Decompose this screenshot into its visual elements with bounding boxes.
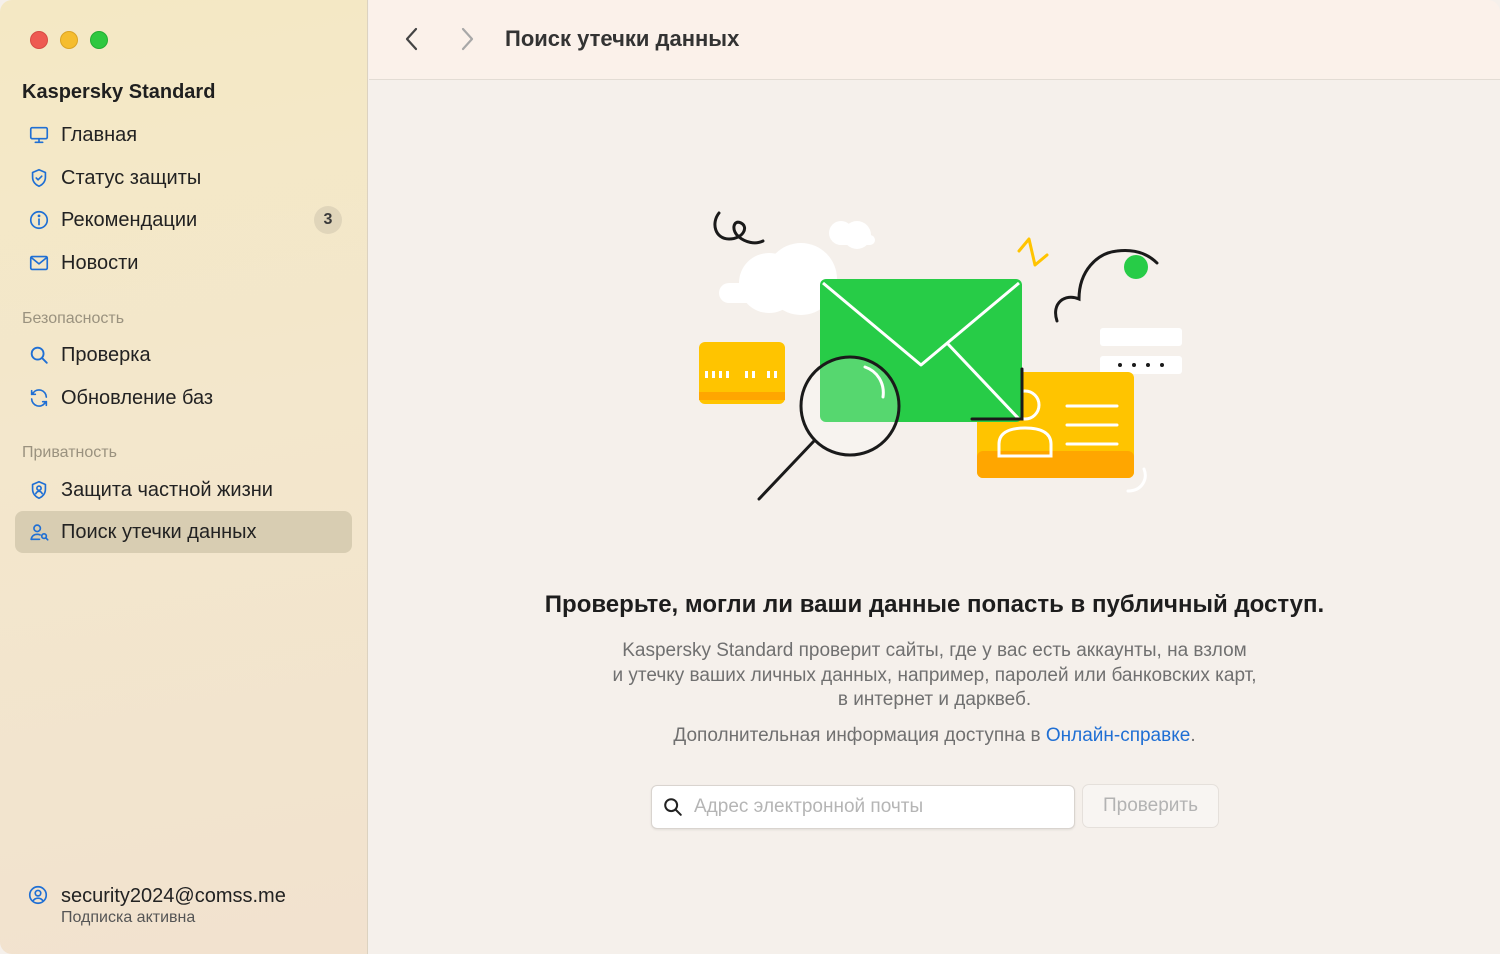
more-info-text: Дополнительная информация доступна в Онл… — [673, 725, 1196, 746]
app-window: Kaspersky Standard Главная Статус защиты — [0, 0, 1500, 954]
chevron-right-icon — [461, 27, 474, 51]
toolbar: Поиск утечки данных — [369, 0, 1500, 80]
recommendations-count-badge: 3 — [314, 206, 342, 234]
search-icon — [27, 343, 51, 367]
monitor-icon — [27, 123, 51, 147]
subscription-status: Подписка активна — [61, 909, 196, 926]
online-help-link[interactable]: Онлайн-справке — [1046, 725, 1190, 746]
squiggle-decoration — [713, 211, 765, 245]
sidebar-item-privacy-protection[interactable]: Защита частной жизни — [15, 469, 352, 511]
back-button[interactable] — [397, 24, 427, 54]
info-icon — [27, 208, 51, 232]
sidebar-item-label: Рекомендации — [61, 208, 198, 231]
search-icon — [664, 798, 682, 816]
sidebar-item-data-leak-checker[interactable]: Поиск утечки данных — [15, 511, 352, 553]
refresh-icon — [27, 386, 51, 410]
description: Kaspersky Standard проверит сайты, где у… — [612, 640, 1257, 710]
app-title: Kaspersky Standard — [22, 81, 216, 103]
minimize-window-button[interactable] — [60, 31, 78, 49]
shield-user-icon — [27, 478, 51, 502]
main-content: Проверьте, могли ли ваши данные попасть … — [369, 81, 1500, 954]
sidebar-item-label: Главная — [61, 123, 138, 146]
spark-decoration — [1017, 237, 1049, 267]
user-search-icon — [27, 520, 51, 544]
email-search-box[interactable] — [651, 785, 1075, 829]
sidebar-item-recommendations[interactable]: Рекомендации 3 — [15, 199, 352, 241]
sidebar-item-label: Поиск утечки данных — [61, 520, 257, 543]
page-title: Поиск утечки данных — [505, 26, 740, 51]
sidebar-item-label: Защита частной жизни — [61, 478, 273, 501]
sidebar: Kaspersky Standard Главная Статус защиты — [0, 0, 368, 954]
sidebar-item-label: Статус защиты — [61, 166, 202, 189]
window-controls — [30, 31, 108, 49]
sidebar-section-privacy: Приватность — [22, 444, 117, 461]
close-window-button[interactable] — [30, 31, 48, 49]
sidebar-item-news[interactable]: Новости — [15, 242, 352, 284]
sidebar-item-update-databases[interactable]: Обновление баз — [15, 377, 352, 419]
shield-check-icon — [27, 166, 51, 190]
forward-button[interactable] — [452, 24, 482, 54]
user-circle-icon — [27, 884, 49, 911]
account-info[interactable]: security2024@comss.me Подписка активна — [27, 884, 286, 927]
data-leak-illustration — [699, 211, 1182, 501]
sidebar-item-protection-status[interactable]: Статус защиты — [15, 157, 352, 199]
zoom-window-button[interactable] — [90, 31, 108, 49]
chevron-left-icon — [405, 27, 418, 51]
sidebar-item-label: Обновление баз — [61, 386, 214, 409]
check-button[interactable]: Проверить — [1082, 784, 1219, 828]
sidebar-item-label: Новости — [61, 251, 139, 274]
sidebar-item-label: Проверка — [61, 343, 151, 366]
sidebar-section-security: Безопасность — [22, 310, 125, 327]
sidebar-item-home[interactable]: Главная — [15, 114, 352, 156]
headline: Проверьте, могли ли ваши данные попасть … — [544, 591, 1325, 618]
sidebar-item-scan[interactable]: Проверка — [15, 334, 352, 376]
mail-icon — [27, 251, 51, 275]
email-input[interactable] — [694, 796, 1054, 818]
account-email: security2024@comss.me — [61, 885, 286, 907]
